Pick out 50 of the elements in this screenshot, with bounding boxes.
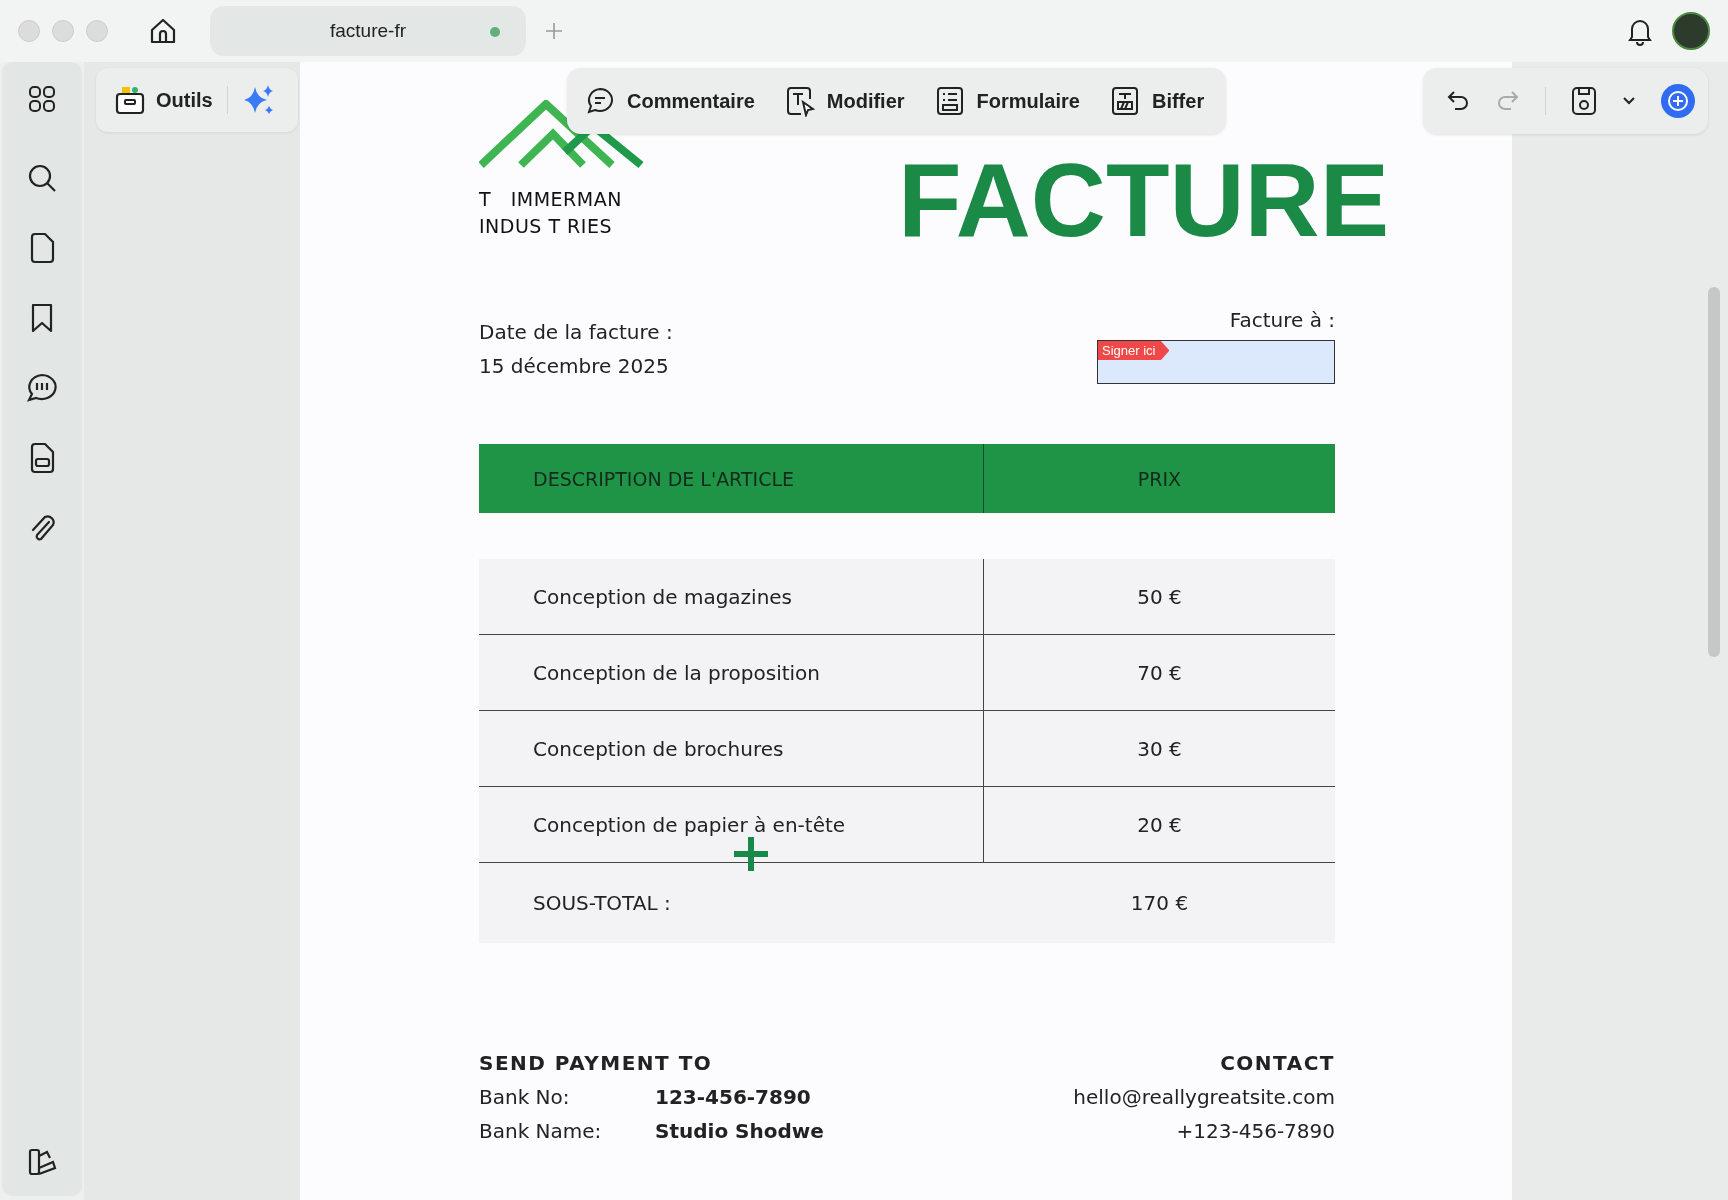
table-cell-text: 50 €: [1136, 584, 1183, 609]
invoice-date: 15 décembre 2025: [479, 354, 670, 378]
toolbar-button[interactable]: Modifier: [784, 85, 905, 117]
sign-here-tag: Signer ici: [1098, 341, 1170, 360]
assistant-icon[interactable]: [1660, 83, 1696, 119]
table-cell-text: 30 €: [1136, 736, 1183, 761]
contact-line: hello@reallygreatsite.com: [1073, 1085, 1335, 1109]
form-icon: [934, 85, 965, 117]
toolbar-button[interactable]: Biffer: [1109, 85, 1205, 117]
toolbox-icon: [114, 84, 146, 116]
signature-field[interactable]: Signer ici: [1097, 340, 1335, 384]
contact-line: +123-456-7890: [1176, 1119, 1335, 1143]
date-label: Date de la facture :: [479, 320, 673, 344]
payment-heading: SEND PAYMENT TO: [479, 1051, 714, 1075]
tools-button[interactable]: Outils: [114, 84, 213, 116]
table-cell: Conception de magazines: [479, 559, 984, 634]
column-header: PRIX: [1136, 467, 1183, 490]
bill-to-label: Facture à :: [1229, 308, 1335, 332]
comment-icon: [585, 86, 615, 116]
table-cell: Conception de brochures: [479, 711, 984, 786]
company-name: INDUS T RIES: [479, 214, 613, 239]
swatches-icon[interactable]: [26, 1146, 58, 1178]
scrollbar-thumb[interactable]: [1708, 287, 1720, 657]
table-cell: Conception de la proposition: [479, 635, 984, 710]
avatar[interactable]: [1672, 12, 1710, 50]
subtotal-label: SOUS-TOTAL :: [532, 890, 672, 917]
redact-icon: [1109, 85, 1140, 117]
text-cursor-icon: [784, 85, 815, 117]
subtotal-value: 170 €: [1129, 891, 1190, 915]
chevron-down-icon[interactable]: [1622, 96, 1636, 106]
home-icon[interactable]: [148, 16, 178, 46]
table-cell-text: 20 €: [1136, 812, 1183, 837]
search-icon[interactable]: [26, 162, 58, 194]
toolbar-button[interactable]: Formulaire: [934, 85, 1080, 117]
company-name: T IMMERMAN: [479, 187, 623, 212]
grid-icon[interactable]: [27, 84, 57, 114]
table-cell: Conception de papier à en-tête: [479, 787, 984, 862]
save-icon[interactable]: [1570, 85, 1598, 117]
payment-label: Bank No:: [479, 1085, 571, 1109]
payment-value: Studio Shodwe: [655, 1119, 824, 1143]
crosshair-cursor-icon: [732, 835, 770, 873]
invoice-title: FACTURE: [897, 148, 1389, 238]
contact-heading: CONTACT: [1220, 1051, 1335, 1075]
payment-label: Bank Name:: [479, 1119, 603, 1143]
payment-value: 123-456-7890: [655, 1085, 811, 1109]
table-cell-text: 70 €: [1136, 660, 1183, 685]
column-header: DESCRIPTION DE L'ARTICLE: [479, 444, 984, 513]
comment-icon[interactable]: [25, 372, 59, 404]
toolbar-button[interactable]: Commentaire: [585, 86, 755, 116]
document-tab[interactable]: facture-fr: [210, 6, 526, 56]
